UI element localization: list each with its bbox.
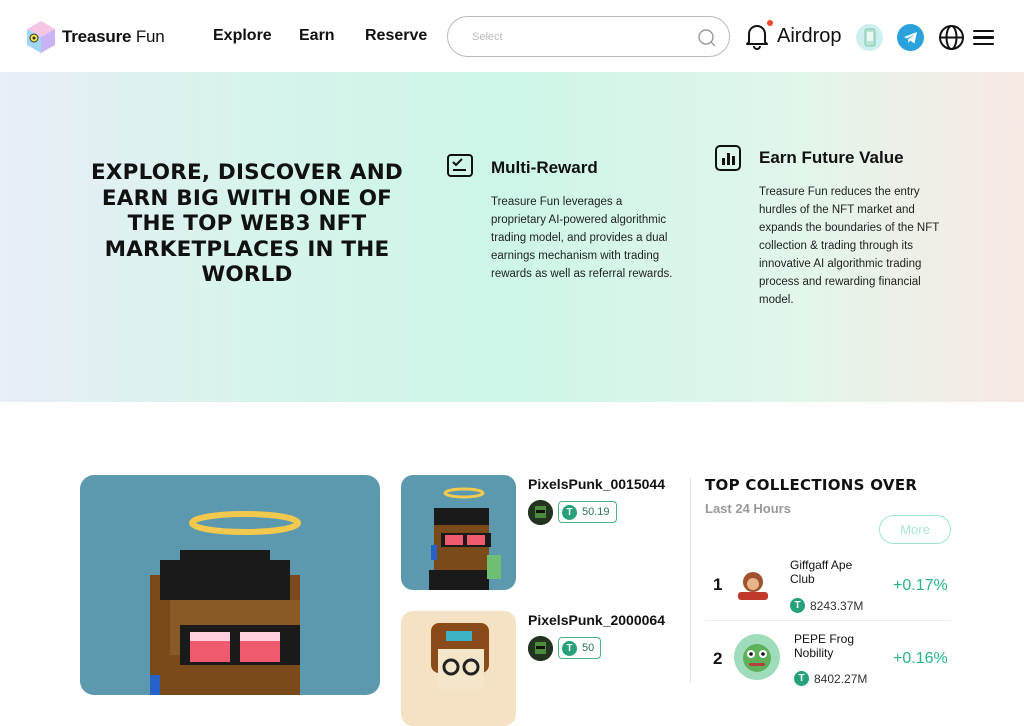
feature-title: Multi-Reward [491,158,598,177]
feature-title: Earn Future Value [759,148,904,167]
top-navbar: Treasure Fun Explore Earn Reserve Airdro… [0,0,1024,72]
pepe-frog-icon [743,644,771,672]
price-chip: T 50 [558,637,602,659]
feature-description: Treasure Fun leverages a proprietary AI-… [491,196,673,280]
treasure-cube-icon [27,21,55,53]
creator-avatar-image [528,636,553,661]
phone-app-button[interactable] [856,24,883,51]
checklist-icon [447,154,473,177]
more-button[interactable]: More [879,515,951,544]
collection-logo[interactable] [734,634,780,680]
notification-dot [767,20,773,26]
collection-volume: T 8243.37M [790,598,863,613]
search-input[interactable] [472,27,692,47]
section-divider [690,478,691,683]
collection-name[interactable]: PEPE Frog Nobility [794,632,874,660]
brand-logo[interactable]: Treasure Fun [26,20,165,54]
airdrop-link[interactable]: Airdrop [777,25,841,48]
creator-avatar[interactable] [528,636,553,661]
nft-name[interactable]: PixelsPunk_2000064 [528,612,665,628]
bar-chart-icon [715,145,741,171]
nft-price: 50 [582,642,595,654]
collection-change: +0.17% [893,577,948,594]
pixel-punk-image [431,623,489,689]
usdt-icon: T [794,671,809,686]
price-chip: T 50.19 [558,501,617,523]
top-collections-subtitle: Last 24 Hours [705,501,791,516]
collection-name[interactable]: Giffgaff Ape Club [790,558,870,586]
telegram-icon [904,32,917,44]
collection-change: +0.16% [893,650,948,667]
nft-name[interactable]: PixelsPunk_0015044 [528,476,665,492]
pixel-punk-image [429,487,501,590]
nft-thumbnail[interactable] [401,611,516,726]
collection-volume: T 8402.27M [794,671,867,686]
pixel-punk-image [150,511,301,695]
ape-logo-icon [738,572,768,600]
usdt-icon: T [562,504,577,520]
usdt-icon: T [790,598,805,613]
nft-thumbnail[interactable] [401,475,516,590]
collection-rank: 2 [713,649,723,668]
search-box[interactable] [447,16,730,57]
nav-earn[interactable]: Earn [299,27,335,45]
bell-icon[interactable] [744,22,770,50]
globe-icon[interactable] [938,24,965,51]
nft-price: 50.19 [582,506,610,518]
hero-banner: EXPLORE, DISCOVER AND EARN BIG WITH ONE … [0,72,1024,402]
brand-suffix: Fun [135,27,165,46]
menu-icon[interactable] [973,30,994,46]
featured-nft-card[interactable] [80,475,380,695]
row-divider [705,620,951,621]
hero-headline: EXPLORE, DISCOVER AND EARN BIG WITH ONE … [91,160,403,287]
nav-explore[interactable]: Explore [213,27,272,45]
top-collections-title: TOP COLLECTIONS OVER [705,476,918,494]
search-icon[interactable] [697,28,717,48]
creator-avatar[interactable] [528,500,553,525]
usdt-icon: T [562,640,577,656]
collection-rank: 1 [713,575,723,594]
nav-reserve[interactable]: Reserve [365,27,427,45]
creator-avatar-image [528,500,553,525]
collection-logo[interactable] [730,562,776,608]
telegram-button[interactable] [897,24,924,51]
feature-description: Treasure Fun reduces the entry hurdles o… [759,186,940,306]
phone-icon [864,28,876,47]
brand-name: Treasure [62,27,132,46]
